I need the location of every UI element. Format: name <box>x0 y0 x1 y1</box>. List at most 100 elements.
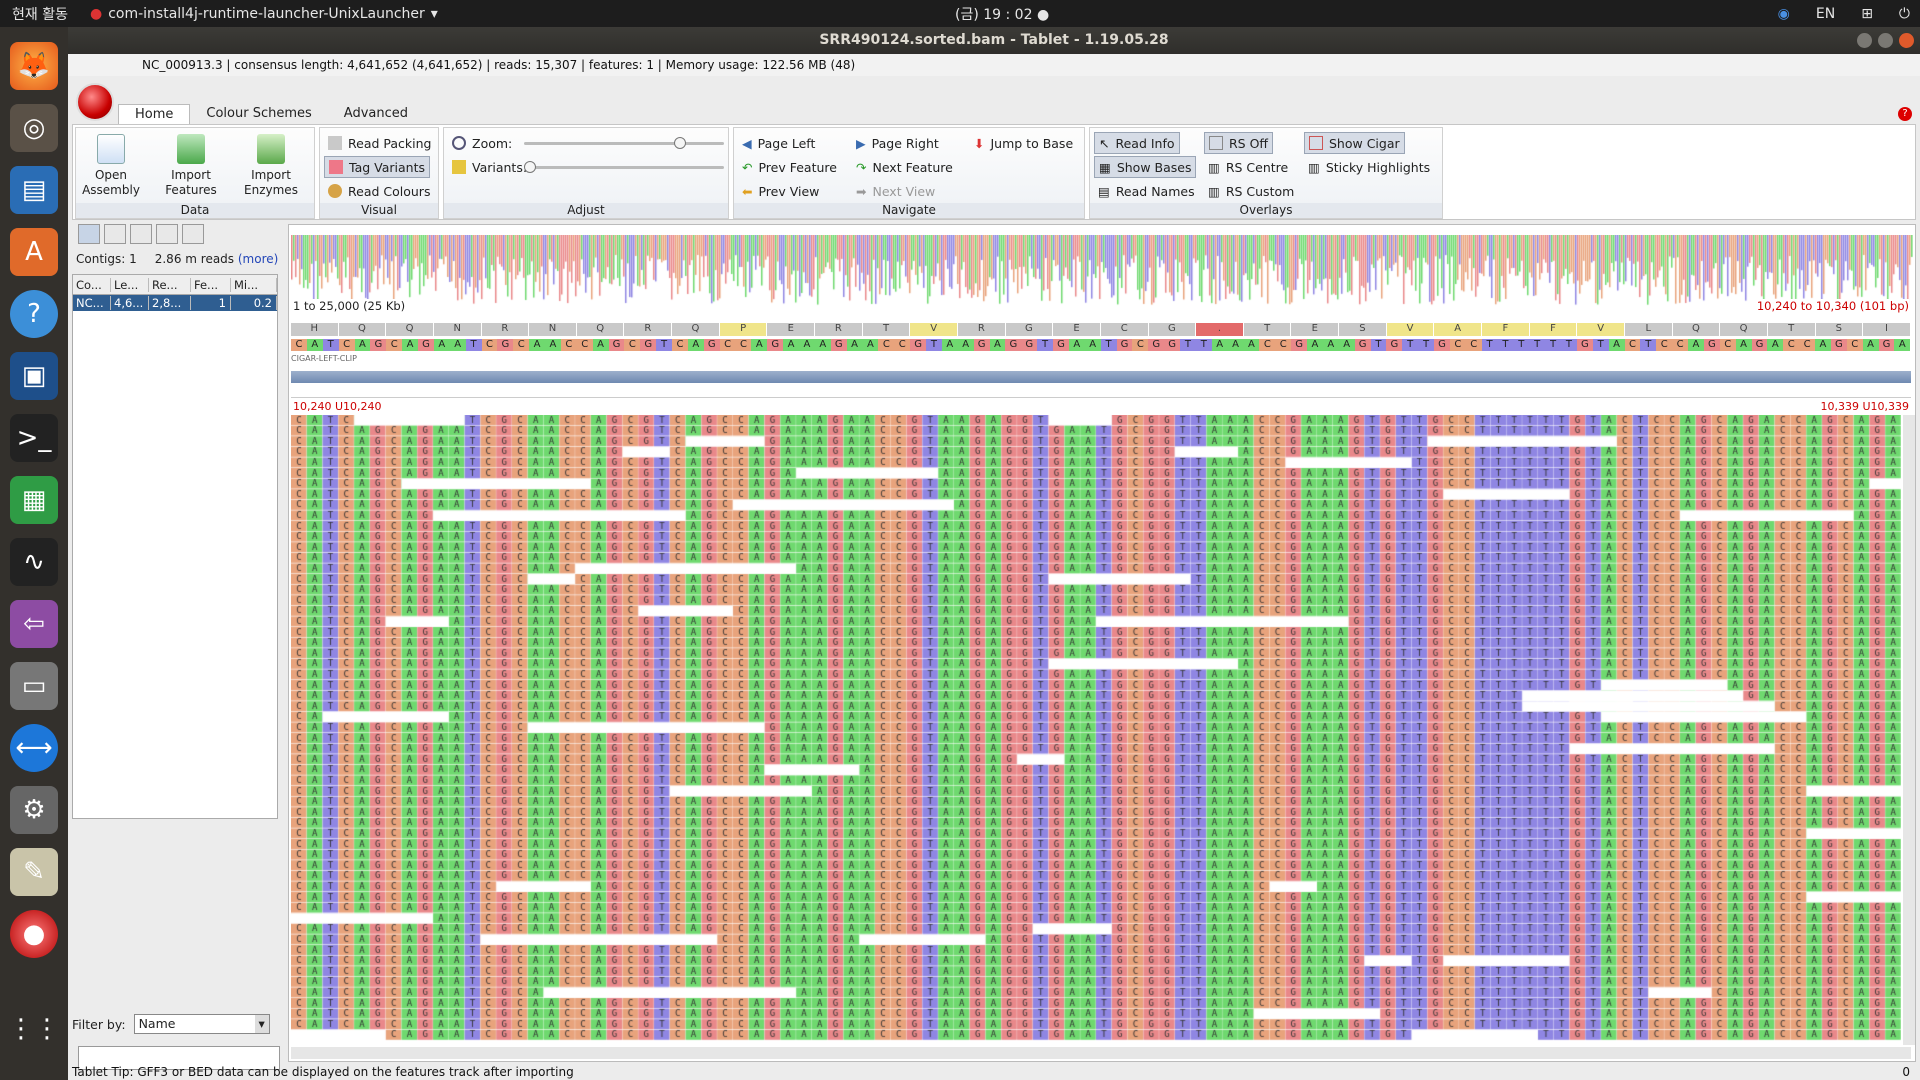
vertical-scrollbar[interactable] <box>1903 415 1915 1045</box>
network-icon[interactable]: ⊞ <box>1861 6 1873 22</box>
files-icon[interactable]: ▭ <box>10 662 58 710</box>
prev-feature-button[interactable]: ↶ Prev Feature <box>738 156 841 178</box>
col-reads[interactable]: Re... <box>149 277 191 292</box>
software-center-icon[interactable]: A <box>10 228 58 276</box>
tab-contigs[interactable] <box>78 224 100 244</box>
read-names-button[interactable]: ▤ Read Names <box>1094 180 1199 202</box>
horizontal-scrollbar[interactable] <box>291 1047 1911 1059</box>
help-icon[interactable]: ? <box>10 290 58 338</box>
alignment-viewer[interactable]: 1 to 25,000 (25 Kb) 10,240 to 10,340 (10… <box>288 224 1916 1062</box>
amino-acid: Q <box>1720 323 1768 336</box>
prev-view-button[interactable]: ⬅ Prev View <box>738 180 823 202</box>
virtualbox-icon[interactable]: ▣ <box>10 352 58 400</box>
consensus-base: C <box>1465 339 1482 351</box>
variants-slider-knob[interactable] <box>524 161 536 173</box>
consensus-base: G <box>640 339 657 351</box>
teamviewer-dock-icon[interactable]: ⟷ <box>10 724 58 772</box>
consensus-base: C <box>894 339 911 351</box>
open-assembly-button[interactable]: Open Assembly <box>76 134 146 198</box>
overview-canvas[interactable] <box>291 235 1913 313</box>
text-editor-icon[interactable]: ✎ <box>10 848 58 896</box>
import-enzymes-button[interactable]: Import Enzymes <box>236 134 306 198</box>
show-bases-button[interactable]: ▦ Show Bases <box>1094 156 1197 178</box>
close-button[interactable] <box>1899 33 1914 48</box>
language-indicator[interactable]: EN <box>1816 6 1835 22</box>
consensus-base: A <box>529 339 545 351</box>
consensus-base: T <box>656 339 672 351</box>
cigar-label: CIGAR-LEFT-CLIP <box>291 354 357 363</box>
col-contig[interactable]: Co... <box>73 277 111 292</box>
firefox-icon[interactable]: 🦊 <box>10 42 58 90</box>
maximize-button[interactable] <box>1878 33 1893 48</box>
consensus-base: T <box>1529 339 1546 351</box>
read-colours-button[interactable]: Read Colours <box>324 180 434 202</box>
tab-home[interactable]: Home <box>118 104 191 124</box>
clock[interactable]: (금) 19 : 02 ● <box>955 4 1049 24</box>
consensus-base: G <box>830 339 847 351</box>
assembly-info: NC_000913.3 | consensus length: 4,641,65… <box>142 58 856 72</box>
group-overlays: ↖ Read Info RS Off Show Cigar ▦ Show Bases… <box>1089 127 1443 219</box>
next-view-button[interactable]: ➡ Next View <box>852 180 939 202</box>
rs-custom-button[interactable]: ▥ RS Custom <box>1204 180 1298 202</box>
page-right-button[interactable]: ▶ Page Right <box>852 132 943 154</box>
reads-count: 2.86 m reads <box>154 252 235 266</box>
show-apps-icon[interactable]: ⋮⋮ <box>8 1005 60 1053</box>
tablet-app-icon[interactable]: ● <box>10 910 58 958</box>
zoom-slider-knob[interactable] <box>674 137 687 149</box>
application-orb[interactable] <box>76 83 114 121</box>
sticky-highlights-button[interactable]: ▥ Sticky Highlights <box>1304 156 1434 178</box>
amino-acid: E <box>767 323 816 336</box>
consensus-base: C <box>1656 339 1673 351</box>
show-cigar-button[interactable]: Show Cigar <box>1304 132 1405 154</box>
reads-canvas[interactable] <box>291 415 1901 1045</box>
help-icon[interactable]: ? <box>1898 107 1912 121</box>
more-link[interactable]: (more) <box>238 252 278 266</box>
col-features[interactable]: Fe... <box>191 277 231 292</box>
zoom-slider[interactable] <box>524 137 724 149</box>
read-packing-button[interactable]: Read Packing <box>324 132 435 154</box>
tab-advanced[interactable]: Advanced <box>328 104 424 124</box>
rs-off-button[interactable]: RS Off <box>1204 132 1274 154</box>
power-icon[interactable]: ⏻ <box>1899 6 1910 22</box>
read-info-button[interactable]: ↖ Read Info <box>1094 132 1180 154</box>
consensus-base: G <box>1703 339 1720 351</box>
rs-centre-button[interactable]: ▥ RS Centre <box>1204 156 1292 178</box>
tab-features[interactable] <box>104 224 126 244</box>
writer-icon[interactable]: ▤ <box>10 166 58 214</box>
amino-acid: Q <box>386 323 434 336</box>
variants-slider[interactable] <box>524 161 724 173</box>
next-feature-button[interactable]: ↷ Next Feature <box>852 156 957 178</box>
prev-feature-icon: ↶ <box>742 159 753 175</box>
tab-colours[interactable] <box>156 224 178 244</box>
music-player-icon[interactable]: ◎ <box>10 104 58 152</box>
teamviewer-icon[interactable]: ◉ <box>1778 6 1790 22</box>
tab-colour-schemes[interactable]: Colour Schemes <box>190 104 327 124</box>
col-mismatch[interactable]: Mi... <box>231 277 277 292</box>
import-enzymes-icon <box>257 134 285 164</box>
app-menu[interactable]: ● com-install4j-runtime-launcher-UnixLaun… <box>90 6 438 22</box>
terminal-icon[interactable]: >_ <box>10 414 58 462</box>
tag-variants-button[interactable]: Tag Variants <box>324 156 430 178</box>
table-row[interactable]: NC... 4,6... 2,8... 1 0.2 <box>73 295 277 311</box>
jump-to-base-button[interactable]: ⬇ Jump to Base <box>970 132 1077 154</box>
import-features-button[interactable]: Import Features <box>156 134 226 198</box>
calc-icon[interactable]: ▦ <box>10 476 58 524</box>
settings-tools-icon[interactable]: ⚙ <box>10 786 58 834</box>
activities-button[interactable]: 현재 활동 <box>12 4 68 24</box>
minimize-button[interactable] <box>1857 33 1872 48</box>
filter-select[interactable]: Name <box>133 1014 270 1034</box>
amino-acid: V <box>1577 323 1625 336</box>
tab-reads[interactable] <box>130 224 152 244</box>
system-monitor-icon[interactable]: ∿ <box>10 538 58 586</box>
consensus-base: G <box>370 339 387 351</box>
col-length[interactable]: Le... <box>111 277 149 292</box>
consensus-base: A <box>1243 339 1260 351</box>
variants-label: Variants: <box>448 156 531 178</box>
import-features-icon <box>177 134 205 164</box>
consensus-base: C <box>878 339 895 351</box>
page-left-button[interactable]: ◀ Page Left <box>738 132 819 154</box>
tab-search[interactable] <box>182 224 204 244</box>
remmina-icon[interactable]: ⇦ <box>10 600 58 648</box>
show-cigar-icon <box>1309 136 1323 150</box>
consensus-base: A <box>783 339 799 351</box>
